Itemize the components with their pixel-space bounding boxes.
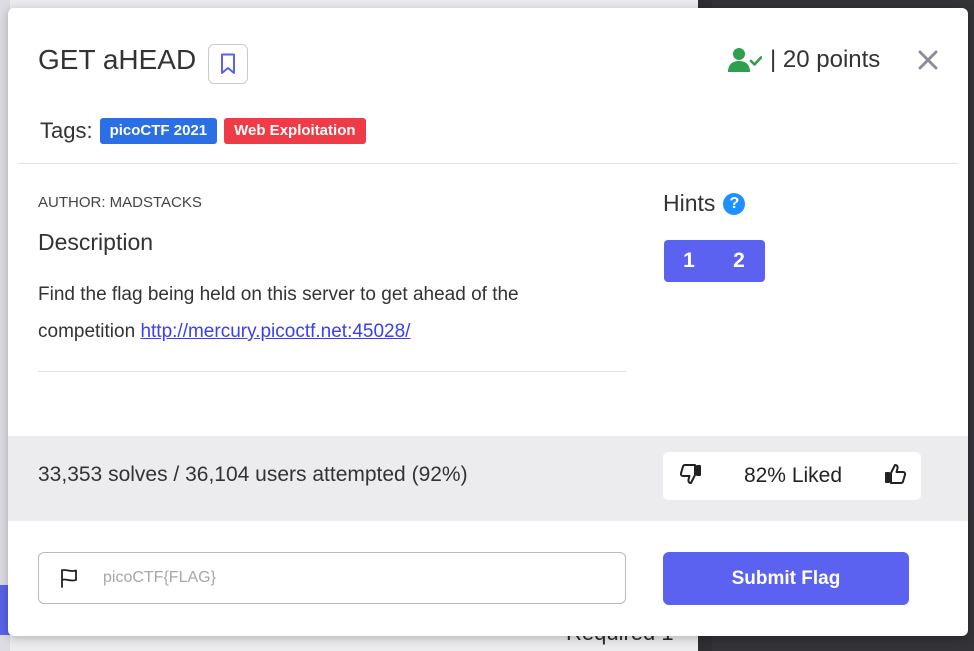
solves-stats: 33,353 solves / 36,104 users attempted (… (38, 463, 468, 486)
tag-web-exploitation[interactable]: Web Exploitation (224, 118, 366, 144)
flag-icon (61, 569, 77, 588)
like-button[interactable] (883, 462, 907, 491)
hint-1-button[interactable]: 1 (664, 249, 714, 273)
user-check-icon (728, 48, 762, 72)
tags-label: Tags: (40, 118, 93, 143)
header-divider (18, 163, 958, 164)
rating-box: 82% Liked (663, 452, 921, 500)
liked-percentage: 82% Liked (743, 464, 843, 487)
help-circle-icon[interactable]: ? (723, 192, 746, 215)
flag-input-container[interactable] (38, 552, 626, 604)
author-label: AUTHOR: MADSTACKS (38, 194, 202, 211)
hint-button-group: 1 2 (664, 240, 765, 282)
description-divider (38, 371, 626, 372)
close-button[interactable] (914, 46, 942, 74)
bookmark-icon (221, 53, 235, 74)
tag-picoctf-2021[interactable]: picoCTF 2021 (99, 118, 218, 144)
description-heading: Description (38, 229, 154, 255)
points-display: | 20 points (728, 46, 880, 74)
server-link[interactable]: http://mercury.picoctf.net:45028/ (140, 321, 410, 342)
hint-2-button[interactable]: 2 (714, 249, 764, 273)
submit-flag-button[interactable]: Submit Flag (663, 552, 909, 605)
flag-input[interactable] (101, 568, 565, 588)
thumbs-up-icon (884, 463, 907, 484)
challenge-title: GET aHEAD (38, 44, 197, 75)
bookmark-button[interactable] (208, 44, 248, 84)
thumbs-down-icon (679, 463, 701, 484)
tags-row: Tags: picoCTF 2021 Web Exploitation (40, 118, 366, 144)
challenge-modal: GET aHEAD | 20 points Tags: picoCTF 2021… (8, 8, 968, 636)
hints-header: Hints ? (663, 190, 746, 217)
hints-title: Hints (663, 190, 716, 216)
points-label: | 20 points (770, 46, 881, 73)
description-text: Find the flag being held on this server … (38, 276, 598, 350)
dislike-button[interactable] (679, 462, 703, 491)
close-icon (918, 50, 938, 70)
